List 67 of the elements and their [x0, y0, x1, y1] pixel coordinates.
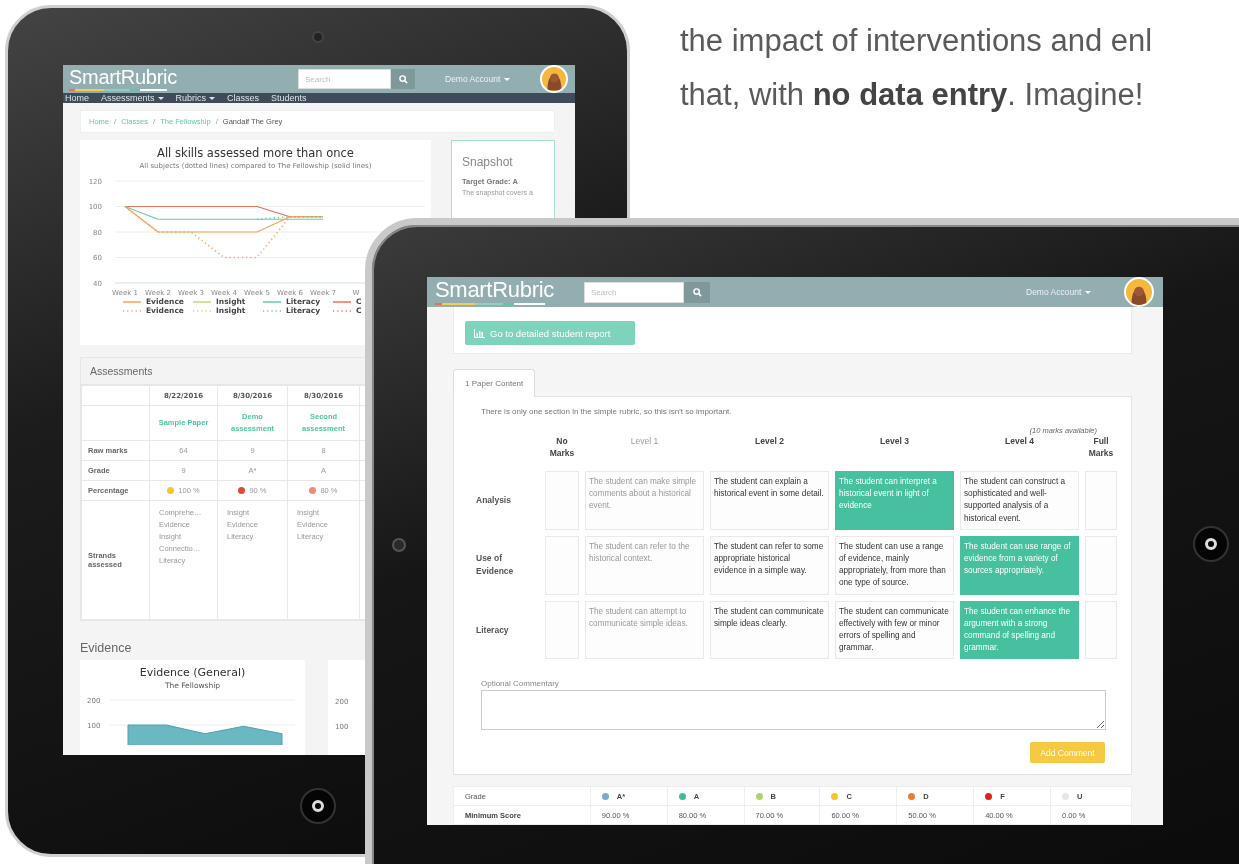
legend-swatch	[122, 299, 142, 304]
caret-icon	[157, 96, 164, 100]
legend-swatch	[192, 299, 212, 304]
row-label: Literacy	[475, 623, 510, 637]
avatar[interactable]	[540, 65, 568, 93]
logo-text[interactable]: SmartRubric	[69, 67, 298, 87]
row-label: Analysis	[475, 493, 512, 507]
search-field[interactable]: Search	[584, 281, 684, 303]
breadcrumb-separator: /	[114, 117, 117, 126]
legend-swatch	[122, 308, 142, 313]
chart-title: Evidence (General)	[139, 666, 246, 679]
rubric-cell[interactable]: The student can use a range of evidence, mainly appropriately, from more than one type of source.	[835, 535, 954, 595]
note-text: There is only one section in the simple rubric, so this isn't so important.	[481, 407, 733, 416]
menu-item[interactable]: Rubrics	[175, 93, 224, 103]
rubric-cell[interactable]: The student can explain a historical event in some detail.	[710, 471, 829, 530]
card-title: Snapshot	[462, 155, 514, 169]
commentary-field[interactable]	[481, 690, 1106, 731]
rubric-cell[interactable]: The student can make simple comments about a historical event.	[585, 471, 704, 530]
rubric-cell[interactable]: The student can communicate simple ideas clearly.	[710, 600, 829, 660]
rubric-cell[interactable]: The student can attempt to communicate simple ideas.	[585, 600, 704, 660]
legend-swatch	[332, 299, 352, 304]
column-header: Level 4	[1005, 435, 1034, 447]
rubric-cell[interactable]: The student can use range of evidence from a variety of sources appropriately.	[960, 535, 1079, 595]
caret-icon	[504, 77, 511, 81]
breadcrumb-separator: /	[215, 117, 218, 126]
panel-title: Assessments	[90, 365, 153, 377]
rubric-cell[interactable]: The student can refer to the historical context.	[585, 535, 704, 595]
add-comment-button[interactable]: Add Comment	[1030, 742, 1105, 764]
menu-item[interactable]: Classes	[227, 93, 268, 103]
caret-icon	[209, 96, 216, 100]
rubric-cell[interactable]: The student can construct a sophisticated and well-supported analysis of a historical event.	[960, 471, 1079, 530]
search-icon	[398, 74, 408, 84]
legend-swatch	[192, 308, 212, 313]
column-header: Level 3	[880, 435, 909, 447]
logo-text[interactable]: SmartRubric	[435, 279, 584, 301]
field-label: Optional Commentary	[481, 679, 560, 689]
menu-item[interactable]: Assessments	[101, 93, 172, 103]
search-field[interactable]: Search	[298, 69, 391, 89]
legend-swatch	[262, 308, 282, 313]
legend-swatch	[332, 308, 352, 313]
column-header: Level 1	[630, 435, 659, 447]
rubric-cell[interactable]: The student can communicate effectively with few or minor errors of spelling and grammar.	[835, 600, 954, 660]
headline-text: the impact of interventions and enl	[680, 22, 1153, 60]
rubric-cell[interactable]: The student can refer to some appropriate historical evidence in a simple way.	[710, 535, 829, 595]
report-button[interactable]: Go to detailed student report	[465, 321, 635, 345]
caret-icon	[1085, 290, 1092, 294]
tab[interactable]: 1 Paper Content	[453, 369, 536, 397]
column-header: Level 2	[755, 435, 784, 447]
section-title: Evidence	[80, 641, 133, 655]
account-menu[interactable]: Demo Account	[1024, 285, 1099, 299]
row-label: Use of Evidence	[475, 552, 515, 579]
rubric-cell[interactable]: The student can enhance the argument with a strong command of spelling and grammar.	[960, 600, 1079, 660]
bar-chart-icon	[474, 328, 485, 338]
headline-text: that, with no data entry. Imagine!	[680, 76, 1144, 114]
avatar[interactable]	[1124, 277, 1154, 307]
column-header: Full Marks	[1087, 435, 1115, 459]
legend-swatch	[262, 299, 282, 304]
search-button[interactable]	[684, 281, 710, 303]
breadcrumb-separator: /	[152, 117, 156, 126]
column-header: No Marks	[548, 435, 576, 459]
rubric-cell[interactable]: The student can interpret a historical event in light of evidence	[835, 471, 954, 530]
chart-title: All skills assessed more than once	[157, 146, 354, 160]
menu-item[interactable]: Home	[65, 93, 97, 103]
account-menu[interactable]: Demo Account	[443, 72, 515, 86]
menu-item[interactable]: Students	[271, 93, 315, 103]
search-icon	[692, 287, 702, 297]
search-button[interactable]	[391, 69, 415, 89]
